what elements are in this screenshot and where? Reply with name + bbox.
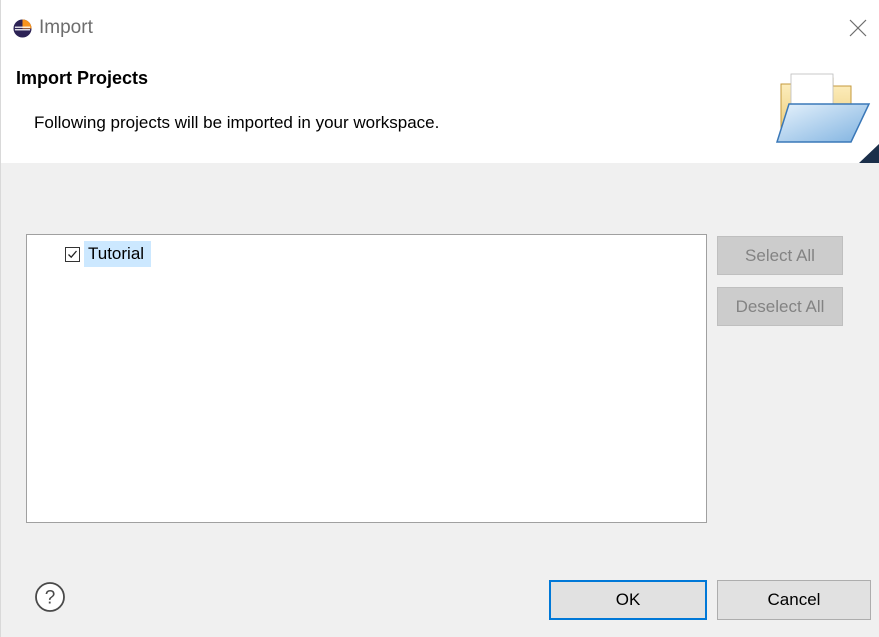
help-icon[interactable]: ? xyxy=(34,581,66,613)
title-bar: Import xyxy=(1,0,879,56)
svg-text:?: ? xyxy=(45,588,56,609)
page-title: Import Projects xyxy=(16,68,149,88)
window-title: Import xyxy=(39,17,93,38)
import-dialog: Import Import Projects Following project… xyxy=(0,0,879,637)
wizard-banner: Import Projects Following projects will … xyxy=(1,56,879,163)
open-folder-icon xyxy=(775,73,879,163)
project-tree[interactable]: Tutorial xyxy=(26,234,707,523)
page-description: Following projects will be imported in y… xyxy=(34,113,440,132)
deselect-all-button[interactable]: Deselect All xyxy=(717,287,843,326)
tree-item-tutorial[interactable]: Tutorial xyxy=(65,240,152,268)
project-label: Tutorial xyxy=(84,241,152,267)
close-icon[interactable] xyxy=(847,17,869,39)
checkmark-icon xyxy=(68,250,77,258)
eclipse-icon xyxy=(13,19,32,38)
project-checkbox[interactable] xyxy=(65,246,80,262)
cancel-button[interactable]: Cancel xyxy=(717,580,871,620)
select-all-button[interactable]: Select All xyxy=(717,236,843,275)
ok-button[interactable]: OK xyxy=(549,580,707,620)
